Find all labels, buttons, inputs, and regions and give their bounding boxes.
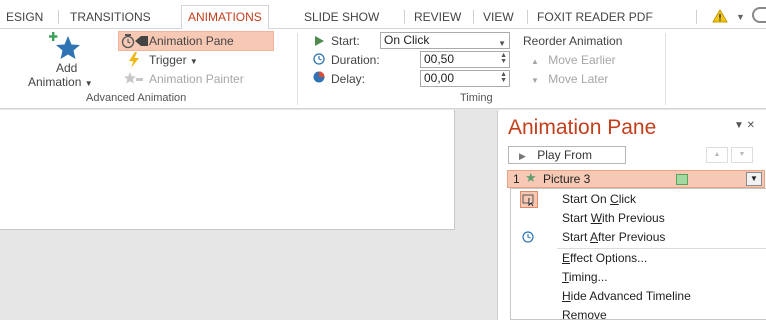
ribbon-panel: Add Animation ▼ Animation Pane Trigger ▼… — [0, 29, 766, 109]
trigger-button[interactable]: Trigger ▼ — [149, 53, 198, 67]
timing-group-label: Timing — [460, 92, 493, 104]
tab-slide-show[interactable]: SLIDE SHOW — [298, 6, 385, 29]
menu-item-effect-options[interactable]: Effect Options... — [511, 249, 766, 268]
add-animation-label-1: Add — [56, 61, 78, 75]
menu-item-remove[interactable]: Remove — [511, 306, 766, 320]
clock-icon — [313, 53, 325, 65]
play-icon: ▶ — [519, 151, 526, 161]
animation-pane: Animation Pane ▼ ✕ ▶ Play From ▲ ▼ 1 ★ P… — [497, 110, 766, 320]
move-later-button[interactable]: ▼ Move Later — [531, 72, 608, 86]
tab-foxit-reader-pdf[interactable]: FOXIT READER PDF — [531, 6, 659, 29]
chevron-down-icon: ▼ — [84, 79, 93, 88]
tab-transitions[interactable]: TRANSITIONS — [64, 6, 157, 29]
chevron-down-icon: ▼ — [498, 39, 506, 48]
entrance-star-icon: ★ — [525, 170, 537, 185]
group-divider — [297, 33, 298, 105]
animation-pane-icon — [121, 34, 148, 49]
tab-divider — [404, 10, 405, 24]
tab-divider — [696, 10, 697, 24]
ribbon-tabs: ESIGN TRANSITIONS ANIMATIONS SLIDE SHOW … — [0, 0, 766, 30]
star-plus-icon — [49, 32, 80, 59]
menu-item-hide-advanced-timeline[interactable]: Hide Advanced Timeline — [511, 287, 766, 306]
advanced-animation-group-label: Advanced Animation — [86, 92, 187, 104]
tab-view[interactable]: VIEW — [477, 6, 520, 29]
tab-animations[interactable]: ANIMATIONS — [181, 5, 269, 30]
animation-pane-label: Animation Pane — [149, 34, 234, 48]
reorder-animation-label: Reorder Animation — [523, 34, 623, 48]
search-icon[interactable] — [752, 7, 766, 23]
start-label: Start: — [331, 34, 360, 48]
move-earlier-button[interactable]: ▲ Move Earlier — [531, 53, 616, 67]
duration-label: Duration: — [331, 53, 380, 67]
group-divider — [665, 33, 666, 105]
tab-divider — [58, 10, 59, 24]
start-dropdown[interactable]: On Click ▼ — [380, 32, 510, 49]
menu-item-start-after-previous[interactable]: Start After Previous — [511, 228, 766, 247]
add-animation-label-2[interactable]: Animation ▼ — [28, 75, 93, 89]
triangle-up-icon: ▲ — [531, 57, 539, 66]
delay-label: Delay: — [331, 72, 366, 86]
animation-painter-button[interactable]: Animation Painter — [149, 72, 244, 86]
pane-options-icon[interactable]: ▼ ✕ — [734, 120, 755, 131]
tab-divider — [473, 10, 474, 24]
spinner-arrows-icon[interactable]: ▲ ▼ — [500, 52, 507, 65]
animation-context-menu: Start On Click Start With Previous Start… — [510, 188, 766, 320]
timeline-bar[interactable] — [676, 174, 688, 185]
chevron-down-icon[interactable]: ▼ — [736, 12, 745, 22]
lightning-icon — [129, 52, 139, 68]
item-dropdown-button[interactable]: ▼ — [746, 172, 762, 186]
menu-item-start-with-previous[interactable]: Start With Previous — [511, 209, 766, 228]
clock-icon — [520, 229, 538, 246]
animation-order-number: 1 — [513, 172, 520, 186]
animation-pane-title: Animation Pane — [508, 116, 657, 139]
menu-item-start-on-click[interactable]: Start On Click — [511, 190, 766, 209]
spinner-arrows-icon[interactable]: ▲ ▼ — [500, 71, 507, 84]
play-from-button[interactable]: ▶ Play From — [508, 146, 626, 164]
delay-spinner[interactable]: 00,00 ▲ ▼ — [420, 70, 510, 87]
warning-icon[interactable] — [712, 9, 728, 23]
menu-item-timing[interactable]: Timing... — [511, 268, 766, 287]
animation-painter-icon — [124, 72, 143, 84]
tab-design[interactable]: ESIGN — [0, 6, 49, 29]
slide-canvas-background — [0, 229, 455, 320]
move-down-button[interactable]: ▼ — [731, 147, 753, 163]
tab-review[interactable]: REVIEW — [408, 6, 467, 29]
animation-list-item[interactable]: 1 ★ Picture 3 ▼ — [507, 170, 765, 188]
delay-icon — [313, 71, 325, 83]
start-on-click-icon — [520, 191, 538, 208]
move-up-button[interactable]: ▲ — [706, 147, 728, 163]
tab-divider — [527, 10, 528, 24]
animation-item-name: Picture 3 — [543, 172, 591, 186]
triangle-down-icon: ▼ — [531, 76, 539, 85]
play-icon — [315, 36, 324, 46]
chevron-down-icon: ▼ — [189, 57, 198, 66]
duration-spinner[interactable]: 00,50 ▲ ▼ — [420, 51, 510, 68]
